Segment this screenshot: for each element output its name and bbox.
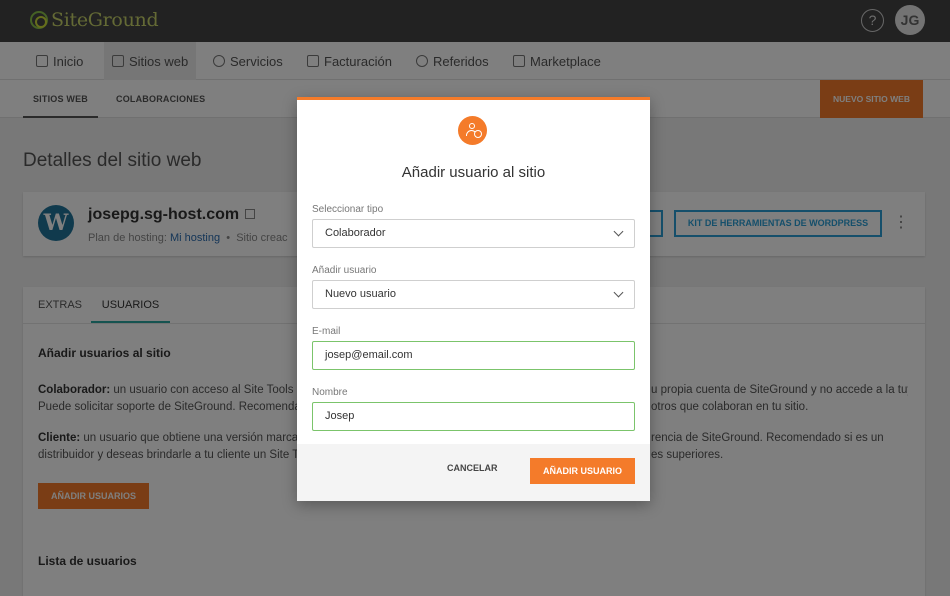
chevron-down-icon bbox=[613, 287, 624, 298]
modal-title: Añadir usuario al sitio bbox=[401, 164, 546, 181]
user-label: Añadir usuario bbox=[312, 265, 377, 276]
user-value: Nuevo usuario bbox=[325, 288, 396, 300]
type-select[interactable]: Colaborador bbox=[312, 219, 635, 248]
user-select[interactable]: Nuevo usuario bbox=[312, 280, 635, 309]
modal-footer: CANCELAR AÑADIR USUARIO bbox=[297, 444, 650, 501]
name-field[interactable]: Josep bbox=[312, 402, 635, 431]
type-label: Seleccionar tipo bbox=[312, 204, 384, 215]
type-value: Colaborador bbox=[325, 227, 386, 239]
chevron-down-icon bbox=[613, 226, 624, 237]
add-user-modal: Añadir usuario al sitio Seleccionar tipo… bbox=[297, 97, 650, 501]
add-user-button[interactable]: AÑADIR USUARIO bbox=[530, 458, 635, 484]
add-user-icon bbox=[458, 116, 487, 145]
email-label: E-mail bbox=[312, 326, 341, 337]
email-field[interactable]: josep@email.com bbox=[312, 341, 635, 370]
name-label: Nombre bbox=[312, 387, 348, 398]
cancel-button[interactable]: CANCELAR bbox=[447, 463, 498, 473]
